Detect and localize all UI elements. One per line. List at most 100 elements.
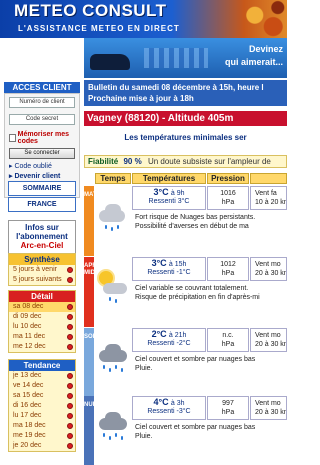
forecast-description: Ciel couvert et sombre par nuages bas Plu… [135, 424, 256, 440]
client-number-field[interactable]: Numéro de client [9, 97, 75, 108]
header-temperatures: Températures [132, 173, 206, 184]
sun-cloud-rain-icon [95, 257, 131, 327]
status-dot-icon [67, 403, 73, 409]
status-dot-icon [67, 277, 73, 283]
connect-button[interactable]: Se connecter [9, 148, 75, 159]
remember-label: Mémoriser mes codes [17, 131, 70, 145]
table-header: Temps Températures Pression [84, 173, 287, 184]
period-afternoon: APRÈS-MIDI 3°C à 15h Ressenti -1°C 1012 h… [84, 257, 287, 327]
banner-text-1: Devinez [248, 44, 283, 54]
status-dot-icon [67, 304, 73, 310]
tendance-day-item[interactable]: ma 18 dec [9, 421, 75, 431]
site-header: METEO CONSULT L'ASSISTANCE METEO EN DIRE… [0, 0, 287, 38]
status-dot-icon [67, 383, 73, 389]
status-dot-icon [67, 267, 73, 273]
tendance-day-item[interactable]: lu 17 dec [9, 411, 75, 421]
status-dot-icon [67, 443, 73, 449]
status-dot-icon [67, 314, 73, 320]
synthese-item[interactable]: 5 jours à venir [9, 265, 75, 275]
acces-client-title: ACCES CLIENT [4, 82, 80, 93]
fiabilite-text: Un doute subsiste sur l'ampleur de [147, 157, 271, 166]
pressure-cell: n.c. hPa [207, 328, 249, 352]
wind-cell: Vent fa 10 à 20 km [250, 186, 287, 210]
detail-day-item[interactable]: lu 10 dec [9, 322, 75, 332]
header-vent [250, 173, 287, 184]
banner-decoration [144, 48, 208, 68]
autumn-leaves-decoration [241, 0, 287, 38]
temperature-cell: 2°C à 21h Ressenti -2°C [132, 328, 206, 352]
become-client-link[interactable]: ▸ Devenir client [9, 172, 75, 181]
fiabilite-bar: Fiabilité 90 % Un doute subsiste sur l'a… [84, 155, 287, 168]
status-dot-icon [67, 324, 73, 330]
wind-cell: Vent mo 20 à 30 km [250, 396, 287, 420]
left-sidebar: ACCES CLIENT Numéro de client Code secre… [0, 38, 80, 465]
wind-cell: Vent mo 20 à 30 km [250, 328, 287, 352]
remember-codes-row[interactable]: Mémoriser mes codes [9, 131, 75, 145]
forecast-table: Temps Températures Pression MATIN 3°C à … [84, 170, 287, 465]
status-dot-icon [67, 393, 73, 399]
detail-day-item[interactable]: ma 11 dec [9, 332, 75, 342]
detail-title: Détail [9, 291, 75, 302]
rain-cloud-icon [95, 186, 131, 256]
header-temps: Temps [95, 173, 131, 184]
fiabilite-value: 90 % [123, 157, 142, 166]
detail-day-item[interactable]: di 09 dec [9, 312, 75, 322]
detail-section: Détail sa 08 dec di 09 dec lu 10 dec ma … [8, 290, 76, 353]
status-dot-icon [67, 423, 73, 429]
site-logo[interactable]: METEO CONSULT [14, 1, 167, 21]
forecast-description: Ciel variable se couvrant totalement. Ris… [135, 285, 260, 301]
tendance-day-item[interactable]: sa 15 dec [9, 391, 75, 401]
tendance-day-item[interactable]: di 16 dec [9, 401, 75, 411]
france-button[interactable]: FRANCE [8, 197, 76, 212]
header-pression: Pression [207, 173, 249, 184]
tendance-day-item[interactable]: je 13 dec [9, 371, 75, 381]
dark-rain-cloud-icon [95, 328, 131, 398]
bulletin-next-update: Prochaine mise à jour à 18h [88, 94, 194, 103]
forecast-description: Ciel couvert et sombre par nuages bas Plu… [135, 356, 256, 372]
status-dot-icon [67, 433, 73, 439]
pressure-cell: 997 hPa [207, 396, 249, 420]
advert-banner[interactable]: Devinez qui aimerait... [84, 38, 287, 78]
location-title: Vagney (88120) - Altitude 405m [84, 111, 287, 126]
forgot-code-link[interactable]: ▸ Code oublié [9, 162, 75, 171]
tendance-title: Tendance [9, 360, 75, 371]
temperature-cell: 4°C à 3h Ressenti -3°C [132, 396, 206, 420]
period-tag: SOIRÉE [84, 328, 107, 398]
temperature-cell: 3°C à 9h Ressenti 3°C [132, 186, 206, 210]
banner-text-2: qui aimerait... [224, 57, 283, 67]
sommaire-button[interactable]: SOMMAIRE [8, 181, 76, 196]
period-tag: APRÈS-MIDI [84, 257, 107, 327]
forecast-description: Fort risque de Nuages bas persistants. Po… [135, 214, 256, 230]
bulletin-header: Bulletin du samedi 08 décembre à 15h, he… [84, 80, 287, 106]
temperature-cell: 3°C à 15h Ressenti -1°C [132, 257, 206, 281]
synthese-section: Synthèse 5 jours à venir 5 jours suivant… [8, 253, 76, 286]
secret-code-field[interactable]: Code secret [9, 114, 75, 125]
period-tag: MATIN [84, 186, 103, 256]
period-morning: MATIN 3°C à 9h Ressenti 3°C 1016 hPa Vent… [84, 186, 287, 256]
period-night: NUIT 4°C à 3h Ressenti -3°C 997 hPa Vent … [84, 396, 287, 465]
pressure-cell: 1012 hPa [207, 257, 249, 281]
status-dot-icon [67, 344, 73, 350]
status-dot-icon [67, 413, 73, 419]
status-dot-icon [67, 373, 73, 379]
remember-checkbox[interactable] [9, 134, 16, 142]
wind-cell: Vent mo 20 à 30 km [250, 257, 287, 281]
detail-day-item[interactable]: me 12 dec [9, 342, 75, 352]
fiabilite-label: Fiabilité [88, 157, 119, 166]
bulletin-date: Bulletin du samedi 08 décembre à 15h, he… [88, 83, 264, 92]
car-icon [90, 54, 130, 70]
synthese-title: Synthèse [9, 254, 75, 265]
synthese-item[interactable]: 5 jours suivants [9, 275, 75, 285]
dark-rain-cloud-icon [95, 396, 131, 465]
pressure-cell: 1016 hPa [207, 186, 249, 210]
detail-day-item[interactable]: sa 08 dec [9, 302, 75, 312]
temperature-warning: Les températures minimales ser [124, 133, 247, 142]
tendance-section: Tendance je 13 dec ve 14 dec sa 15 dec d… [8, 359, 76, 452]
period-tag: NUIT [84, 396, 98, 465]
tendance-day-item[interactable]: ve 14 dec [9, 381, 75, 391]
tendance-day-item[interactable]: me 19 dec [9, 431, 75, 441]
status-dot-icon [67, 334, 73, 340]
tendance-day-item[interactable]: je 20 dec [9, 441, 75, 451]
site-tagline: L'ASSISTANCE METEO EN DIRECT [18, 24, 180, 33]
period-evening: SOIRÉE 2°C à 21h Ressenti -2°C n.c. hPa V… [84, 328, 287, 398]
